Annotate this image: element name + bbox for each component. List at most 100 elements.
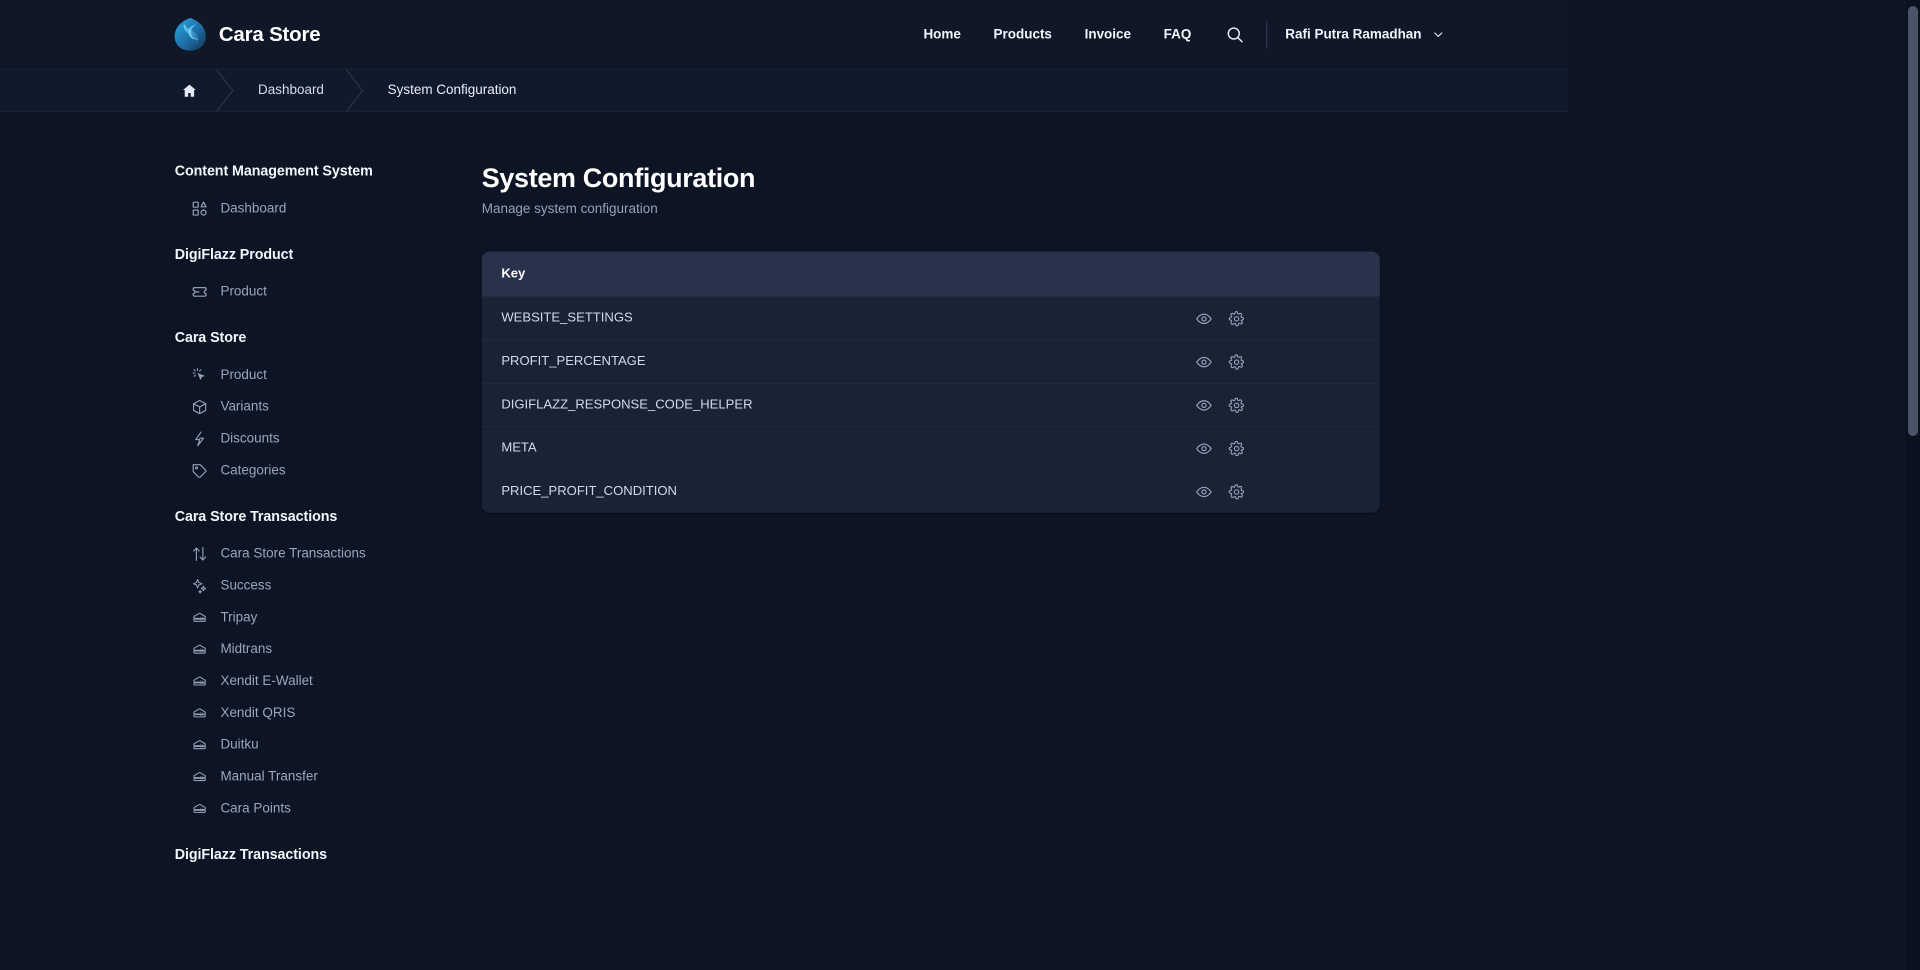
scrollbar-thumb[interactable] xyxy=(1908,6,1918,436)
layout-dashboard-icon xyxy=(192,201,207,216)
breadcrumb-label: Dashboard xyxy=(258,82,324,98)
settings-button[interactable] xyxy=(1226,309,1246,329)
table-row[interactable]: PROFIT_PERCENTAGE xyxy=(481,339,1380,383)
sidebar-item-categories[interactable]: Categories xyxy=(173,455,473,487)
sidebar-item-success[interactable]: Success xyxy=(173,570,473,602)
gear-icon xyxy=(1228,440,1244,456)
server-icon xyxy=(193,644,206,654)
breadcrumb: Dashboard System Configuration xyxy=(0,69,1568,112)
gear-icon xyxy=(1228,354,1244,370)
settings-button[interactable] xyxy=(1226,482,1246,502)
sidebar-item-label: Dashboard xyxy=(220,200,287,216)
breadcrumb-item-dashboard[interactable]: Dashboard xyxy=(237,69,345,111)
row-key: META xyxy=(501,440,537,455)
nav-products[interactable]: Products xyxy=(977,20,1068,49)
server-icon xyxy=(193,803,206,813)
sidebar-item-label: Discounts xyxy=(220,431,280,446)
sidebar-item-duitku[interactable]: Duitku xyxy=(173,729,473,761)
search-button[interactable] xyxy=(1219,19,1250,50)
settings-button[interactable] xyxy=(1226,438,1246,458)
cara-leaf-logo-icon xyxy=(174,17,206,51)
row-key: DIGIFLAZZ_RESPONSE_CODE_HELPER xyxy=(501,397,753,412)
sidebar-item-discounts[interactable]: Discounts xyxy=(173,423,473,455)
server-icon xyxy=(193,676,206,686)
view-button[interactable] xyxy=(1194,395,1214,415)
eye-icon xyxy=(1195,356,1212,367)
content-wrapper: Content Management System Dashboard Digi… xyxy=(0,112,1568,876)
user-name: Rafi Putra Ramadhan xyxy=(1285,26,1422,42)
sidebar-item-variants[interactable]: Variants xyxy=(173,391,473,423)
arrows-up-down-icon xyxy=(193,546,207,561)
sidebar-item-label: Midtrans xyxy=(220,641,273,657)
sidebar-item-label: Product xyxy=(220,284,267,299)
cursor-click-icon xyxy=(192,368,205,381)
sidebar-item-label: Duitku xyxy=(220,737,259,752)
table-row[interactable]: DIGIFLAZZ_RESPONSE_CODE_HELPER xyxy=(481,382,1380,427)
nav-home[interactable]: Home xyxy=(907,20,977,49)
chevron-right-icon xyxy=(215,69,234,112)
main-nav: Home Products Invoice FAQ Rafi Putra Ram… xyxy=(907,19,1445,50)
brand-name: Cara Store xyxy=(218,22,321,46)
header-divider xyxy=(1266,20,1268,49)
search-icon xyxy=(1227,26,1243,43)
breadcrumb-home[interactable] xyxy=(173,69,215,111)
sidebar-group-title-digiflazz-product: DigiFlazz Product xyxy=(174,245,294,263)
eye-icon xyxy=(1195,313,1212,324)
home-icon xyxy=(183,84,196,97)
sidebar-item-xendit-qris[interactable]: Xendit QRIS xyxy=(173,697,473,729)
server-icon xyxy=(193,612,206,622)
breadcrumb-separator xyxy=(215,69,237,112)
sidebar-item-label: Categories xyxy=(220,462,286,478)
box-3d-icon xyxy=(192,399,207,415)
sidebar-item-label: Cara Points xyxy=(220,800,291,816)
view-button[interactable] xyxy=(1194,482,1214,502)
sidebar-item-label: Xendit QRIS xyxy=(220,705,296,721)
table-row[interactable]: PRICE_PROFIT_CONDITION xyxy=(481,469,1380,513)
settings-button[interactable] xyxy=(1226,352,1246,372)
breadcrumb-label: System Configuration xyxy=(387,82,517,98)
eye-icon xyxy=(1195,443,1212,454)
sidebar-item-dashboard[interactable]: Dashboard xyxy=(173,193,473,225)
page-scrollbar[interactable] xyxy=(1906,0,1920,970)
row-actions xyxy=(1194,482,1361,502)
sidebar-group-title-cara-store: Cara Store xyxy=(174,329,247,346)
sidebar-item-label: Manual Transfer xyxy=(220,769,318,784)
breadcrumb-separator xyxy=(345,69,366,112)
page-title: System Configuration xyxy=(481,162,756,193)
user-menu[interactable]: Rafi Putra Ramadhan xyxy=(1285,27,1445,43)
sidebar-item-cara-store-product[interactable]: Product xyxy=(173,359,473,391)
eye-icon xyxy=(1195,399,1212,411)
table-header-row: Key xyxy=(481,251,1380,297)
table-row[interactable]: WEBSITE_SETTINGS xyxy=(481,296,1380,340)
server-icon xyxy=(193,740,206,750)
settings-button[interactable] xyxy=(1226,395,1246,415)
eye-icon xyxy=(1195,486,1212,497)
app-page: Cara Store Home Products Invoice FAQ Raf… xyxy=(0,0,1920,970)
nav-faq[interactable]: FAQ xyxy=(1147,20,1207,49)
top-header: Cara Store Home Products Invoice FAQ Raf… xyxy=(0,0,1568,70)
sidebar-item-xendit-ewallet[interactable]: Xendit E-Wallet xyxy=(173,665,473,697)
browser-viewport: Cara Store Home Products Invoice FAQ Raf… xyxy=(0,0,1568,970)
breadcrumb-item-system-configuration[interactable]: System Configuration xyxy=(366,69,537,111)
tag-icon xyxy=(192,464,207,478)
sidebar-item-label: Cara Store Transactions xyxy=(220,546,366,561)
sidebar-item-label: Product xyxy=(220,367,267,383)
sidebar-item-manual-transfer[interactable]: Manual Transfer xyxy=(173,761,473,793)
chevron-down-icon xyxy=(1434,31,1443,37)
row-actions xyxy=(1194,352,1361,372)
sidebar-group-title-cms: Content Management System xyxy=(174,162,373,179)
view-button[interactable] xyxy=(1194,309,1214,329)
chevron-right-icon xyxy=(345,69,363,112)
view-button[interactable] xyxy=(1194,438,1214,458)
sidebar-item-midtrans[interactable]: Midtrans xyxy=(173,634,473,666)
view-button[interactable] xyxy=(1194,352,1214,372)
brand[interactable]: Cara Store xyxy=(173,16,321,52)
gear-icon xyxy=(1228,483,1244,500)
sidebar-item-digiflazz-product[interactable]: Product xyxy=(173,276,473,308)
sidebar-item-cara-store-transactions[interactable]: Cara Store Transactions xyxy=(173,538,473,570)
row-key: WEBSITE_SETTINGS xyxy=(501,311,633,325)
nav-invoice[interactable]: Invoice xyxy=(1068,20,1147,49)
table-row[interactable]: META xyxy=(481,426,1380,470)
sidebar-item-cara-points[interactable]: Cara Points xyxy=(173,793,473,825)
sidebar-item-tripay[interactable]: Tripay xyxy=(173,602,473,634)
